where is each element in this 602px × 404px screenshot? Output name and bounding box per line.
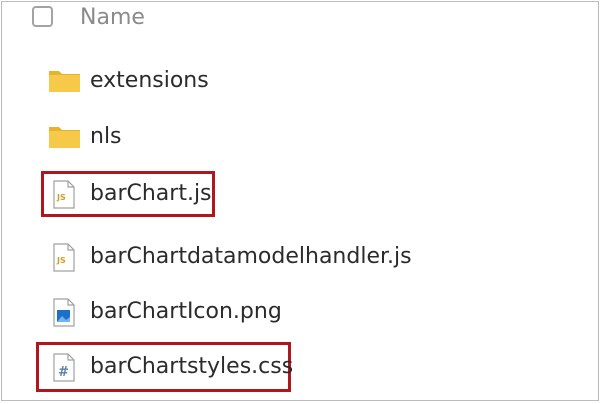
list-item[interactable]: JS barChartdatamodelhandler.js — [2, 235, 598, 279]
svg-text:JS: JS — [56, 256, 66, 265]
name-column-header[interactable]: Name — [80, 4, 145, 32]
svg-text:JS: JS — [56, 193, 66, 202]
folder-icon — [48, 115, 82, 159]
svg-text:#: # — [58, 365, 69, 380]
folder-icon — [48, 59, 82, 103]
file-name: barChartIcon.png — [90, 299, 282, 324]
list-item[interactable]: JS barChart.js — [2, 172, 598, 216]
file-name: barChart.js — [90, 181, 212, 206]
column-header: Name — [2, 2, 598, 36]
file-name: barChartdatamodelhandler.js — [90, 244, 412, 269]
file-name: nls — [90, 124, 122, 149]
select-all-checkbox[interactable] — [32, 6, 53, 27]
js-file-icon: JS — [48, 172, 82, 216]
file-name: barChartstyles.css — [90, 354, 294, 379]
css-file-icon: # — [48, 345, 82, 389]
list-item[interactable]: extensions — [2, 59, 598, 103]
file-list-panel: Name extensions nls JS barChart.js JS ba… — [1, 1, 599, 401]
list-item[interactable]: barChartIcon.png — [2, 290, 598, 334]
list-item[interactable]: nls — [2, 115, 598, 159]
list-item[interactable]: # barChartstyles.css — [2, 345, 598, 389]
file-name: extensions — [90, 68, 209, 93]
js-file-icon: JS — [48, 235, 82, 279]
png-file-icon — [48, 290, 82, 334]
